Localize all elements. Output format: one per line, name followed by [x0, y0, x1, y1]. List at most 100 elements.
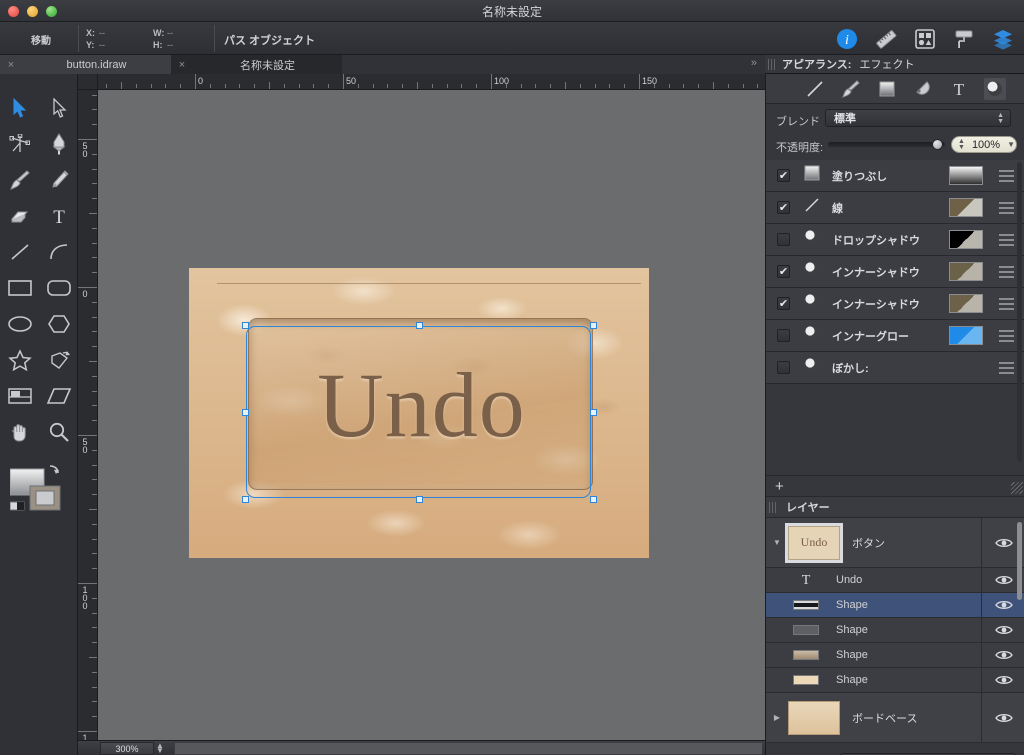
- layer-row[interactable]: ▶ ボードベース: [766, 693, 1024, 743]
- brush-tool[interactable]: [0, 162, 39, 198]
- gradient-tool-icon[interactable]: [912, 78, 934, 100]
- vertical-ruler[interactable]: 50050100150: [78, 90, 98, 740]
- arc-tool[interactable]: [39, 234, 78, 270]
- effect-row[interactable]: ✔ インナーシャドウ: [766, 256, 1024, 288]
- effect-checkbox[interactable]: ✔: [777, 265, 790, 278]
- layers-list[interactable]: ▼ Undo ボタン T Undo Shape Shape Shape Shape ▶ ボードベース: [766, 518, 1024, 744]
- add-effect-button[interactable]: +: [775, 479, 784, 494]
- effect-swatch[interactable]: [949, 294, 983, 313]
- tab-overflow-icon[interactable]: »: [751, 57, 757, 69]
- crop-tool[interactable]: [0, 378, 39, 414]
- fill-tool-icon[interactable]: [876, 78, 898, 100]
- polygon-tool[interactable]: [39, 306, 78, 342]
- disclosure-triangle-icon[interactable]: ▶: [766, 713, 788, 722]
- hand-tool[interactable]: [0, 414, 39, 450]
- effect-swatch[interactable]: [949, 230, 983, 249]
- node-edit-tool[interactable]: [0, 126, 39, 162]
- shear-tool[interactable]: [39, 378, 78, 414]
- effect-checkbox[interactable]: [777, 361, 790, 374]
- chevron-down-icon[interactable]: ▼: [1007, 140, 1015, 149]
- text-tool-icon[interactable]: T: [948, 78, 970, 100]
- effect-options-icon[interactable]: [995, 265, 1017, 278]
- effect-swatch[interactable]: [949, 326, 983, 345]
- zoom-tool[interactable]: [39, 414, 78, 450]
- layer-row[interactable]: Shape: [766, 668, 1024, 693]
- effect-swatch[interactable]: [949, 166, 983, 185]
- tab-untitled[interactable]: × 名称未設定: [171, 55, 342, 74]
- line-tool[interactable]: [0, 234, 39, 270]
- undo-button-shape[interactable]: Undo: [248, 318, 593, 490]
- effect-checkbox[interactable]: [777, 233, 790, 246]
- rounded-rectangle-tool[interactable]: [39, 270, 78, 306]
- appearance-opacity-slider[interactable]: [828, 142, 945, 147]
- layer-name: ボードベース: [852, 712, 918, 725]
- effect-row[interactable]: インナーグロー: [766, 320, 1024, 352]
- ruler-corner[interactable]: [78, 74, 98, 90]
- visibility-toggle[interactable]: [981, 643, 1024, 667]
- effect-checkbox[interactable]: ✔: [777, 201, 790, 214]
- tab-close-icon[interactable]: ×: [171, 59, 193, 71]
- layer-row[interactable]: Shape: [766, 593, 1024, 618]
- effect-swatch[interactable]: [949, 198, 983, 217]
- star-tool[interactable]: [0, 342, 39, 378]
- tab-button-idraw[interactable]: × button.idraw: [0, 55, 171, 74]
- layer-row[interactable]: ▼ Undo ボタン: [766, 518, 1024, 568]
- appearance-blend-select[interactable]: 標準 ▲ ▼: [825, 109, 1011, 127]
- effect-swatch[interactable]: [949, 262, 983, 281]
- layer-row[interactable]: T Undo: [766, 568, 1024, 593]
- effect-options-icon[interactable]: [995, 201, 1017, 214]
- layers-icon[interactable]: [989, 25, 1016, 52]
- layer-row[interactable]: Shape: [766, 643, 1024, 668]
- fill-stroke-control[interactable]: [9, 464, 72, 524]
- disclosure-triangle-icon[interactable]: ▼: [766, 538, 788, 547]
- effect-options-icon[interactable]: [995, 169, 1017, 182]
- effect-options-icon[interactable]: [995, 329, 1017, 342]
- direct-selection-tool[interactable]: [39, 90, 78, 126]
- effect-tool-icon[interactable]: [984, 77, 1006, 100]
- visibility-toggle[interactable]: [981, 668, 1024, 692]
- effect-row[interactable]: ドロップシャドウ: [766, 224, 1024, 256]
- align-icon[interactable]: [911, 25, 938, 52]
- effect-options-icon[interactable]: [995, 361, 1017, 374]
- effects-scrollbar[interactable]: [1017, 162, 1022, 462]
- eraser-tool[interactable]: [0, 198, 39, 234]
- stroke-tool-icon[interactable]: [804, 78, 826, 100]
- pencil-tool[interactable]: [39, 162, 78, 198]
- rotate-tool[interactable]: [39, 342, 78, 378]
- effect-row[interactable]: ぼかし:: [766, 352, 1024, 384]
- horizontal-ruler[interactable]: 0 50 100 150: [98, 74, 765, 90]
- visibility-toggle[interactable]: [981, 693, 1024, 742]
- effect-row[interactable]: ✔ 線: [766, 192, 1024, 224]
- brush-tool-icon[interactable]: [840, 78, 862, 100]
- effect-row[interactable]: ✔ 塗りつぶし: [766, 160, 1024, 192]
- zoom-stepper[interactable]: ▲ ▼: [156, 742, 164, 755]
- effect-checkbox[interactable]: ✔: [777, 169, 790, 182]
- panel-resize-grip[interactable]: [1011, 482, 1023, 494]
- appearance-opacity-field[interactable]: ▲ ▼ 100% ▼: [951, 136, 1017, 153]
- ellipse-tool[interactable]: [0, 306, 39, 342]
- layer-name: Shape: [836, 649, 868, 661]
- artboard[interactable]: Undo: [189, 268, 649, 558]
- effect-checkbox[interactable]: ✔: [777, 297, 790, 310]
- status-scroll-track[interactable]: [174, 742, 763, 755]
- appearance-opacity-knob[interactable]: [932, 139, 943, 150]
- tab-close-icon[interactable]: ×: [0, 59, 22, 71]
- text-tool[interactable]: T: [39, 198, 78, 234]
- info-icon[interactable]: i: [833, 25, 860, 52]
- ruler-icon[interactable]: [872, 25, 899, 52]
- effect-options-icon[interactable]: [995, 233, 1017, 246]
- pen-tool[interactable]: [39, 126, 78, 162]
- canvas-area[interactable]: Undo: [98, 90, 765, 740]
- layer-row[interactable]: Shape: [766, 618, 1024, 643]
- rectangle-tool[interactable]: [0, 270, 39, 306]
- zoom-level-field[interactable]: 300%: [100, 742, 154, 755]
- layers-scrollbar[interactable]: [1017, 522, 1022, 600]
- selection-tool[interactable]: [0, 90, 39, 126]
- paint-roller-icon[interactable]: [950, 25, 977, 52]
- effect-options-icon[interactable]: [995, 297, 1017, 310]
- chevron-updown-icon[interactable]: ▲ ▼: [997, 112, 1004, 125]
- effects-list[interactable]: ✔ 塗りつぶし ✔ 線ドロップシャドウ ✔ インナーシャドウ ✔ インナーシャドウ インナーグロ…: [766, 160, 1024, 475]
- effect-row[interactable]: ✔ インナーシャドウ: [766, 288, 1024, 320]
- visibility-toggle[interactable]: [981, 618, 1024, 642]
- effect-checkbox[interactable]: [777, 329, 790, 342]
